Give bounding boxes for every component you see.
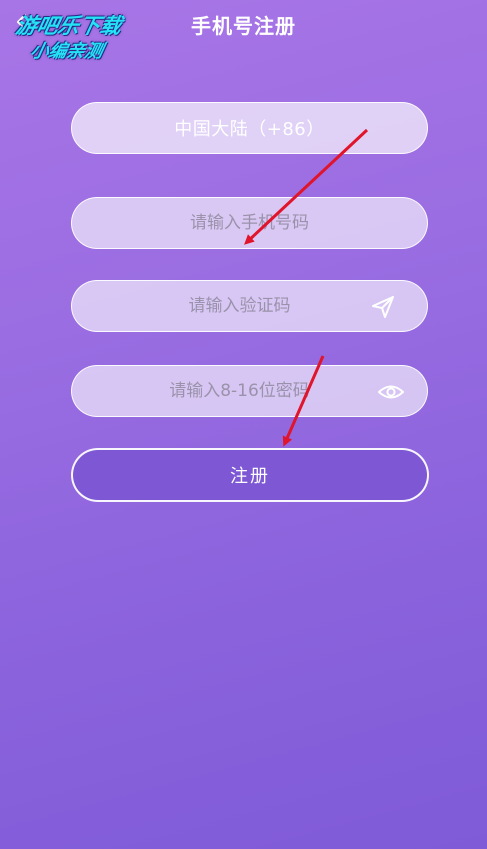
phone-field[interactable] bbox=[71, 197, 428, 249]
region-selector[interactable]: 中国大陆（+86） bbox=[71, 102, 428, 154]
password-field[interactable] bbox=[71, 365, 428, 417]
register-button[interactable]: 注册 bbox=[71, 448, 429, 502]
toggle-password-visibility[interactable] bbox=[377, 378, 405, 406]
paper-plane-icon bbox=[372, 296, 394, 318]
code-field[interactable] bbox=[71, 280, 428, 332]
phone-input[interactable] bbox=[72, 198, 427, 248]
watermark-logo: 游吧乐下载 小编亲测 bbox=[8, 10, 149, 62]
region-label: 中国大陆（+86） bbox=[174, 119, 325, 140]
password-input[interactable] bbox=[72, 366, 427, 416]
eye-icon bbox=[378, 385, 404, 399]
send-code-button[interactable] bbox=[369, 293, 397, 321]
watermark-line-2: 小编亲测 bbox=[28, 41, 105, 62]
watermark-line-1: 游吧乐下载 bbox=[13, 14, 124, 38]
